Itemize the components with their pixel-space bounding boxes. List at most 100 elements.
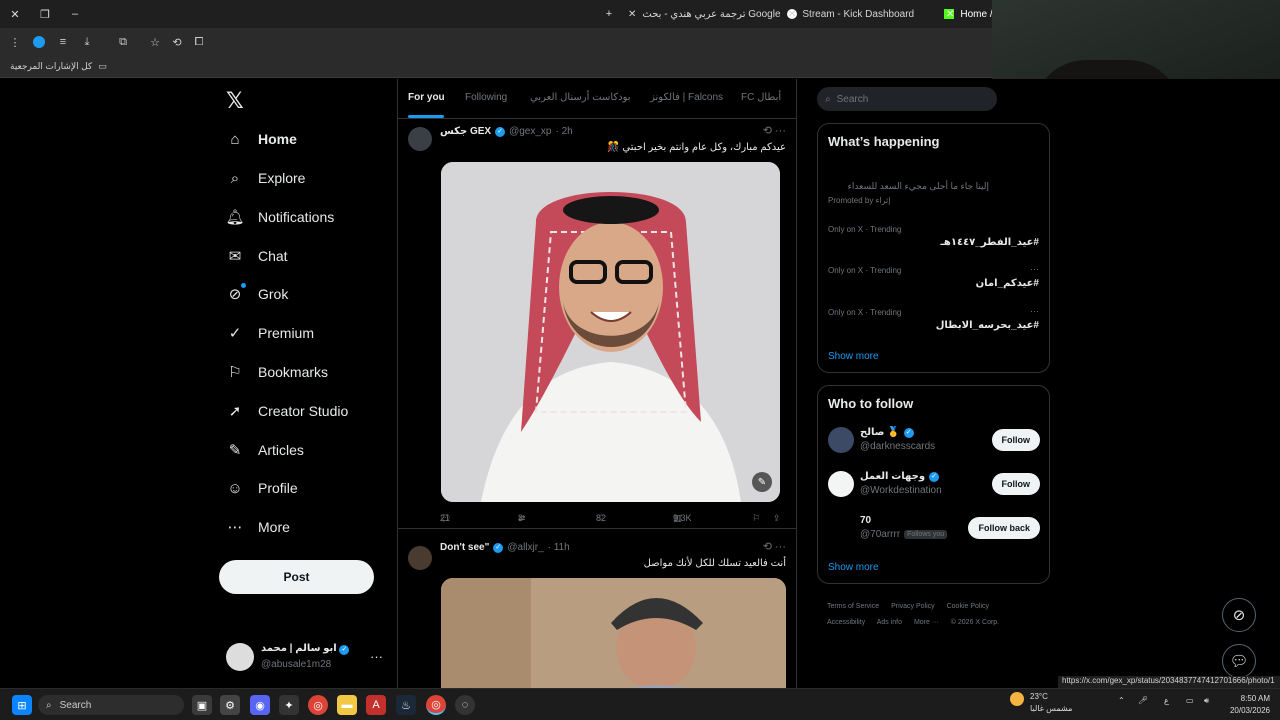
rocket-icon: ➚ [228, 403, 242, 420]
search-input[interactable]: ⌕ Search [817, 87, 997, 111]
tweet[interactable]: Don't see" ✓ @allxjr_ · 11h ⟲ ··· أنت فا… [398, 530, 796, 688]
system-clock[interactable]: 8:50 AM 20/03/2026 [1230, 693, 1270, 717]
discord-icon[interactable]: ◉ [250, 695, 270, 715]
volume-icon[interactable]: 🔊︎ [1204, 696, 1209, 706]
app-icon[interactable]: ⚙ [220, 695, 240, 715]
folder-icon[interactable]: ▬ [337, 695, 357, 715]
tab-falcons[interactable]: فالكونز | Falcons [650, 92, 723, 103]
new-tab-button[interactable]: + [600, 5, 618, 23]
task-view-icon[interactable]: ▣ [192, 695, 212, 715]
tab-for-you[interactable]: For you [408, 92, 445, 103]
restore-window-icon[interactable]: ❐ [36, 5, 54, 23]
tweet-photo[interactable]: ✎ [441, 162, 780, 502]
grok-fab-icon[interactable]: ⊘ [1222, 598, 1256, 632]
chrome-active-icon[interactable]: ◎ [426, 695, 446, 715]
tweet-author-name[interactable]: جكس GEX [440, 126, 491, 137]
taskbar-search[interactable]: ⌕ Search [38, 695, 184, 715]
download-icon[interactable]: ⤓ [78, 33, 96, 51]
tweet-more-icon[interactable]: ⟲ ··· [763, 124, 786, 137]
windows-taskbar: ⊞ ⌕ Search ▣ ⚙ ◉ ✦ ◎ ▬ A ♨ ◎ ◌ 23°C مشمس… [0, 688, 1280, 720]
avatar[interactable] [408, 127, 432, 151]
nav-more[interactable]: ⋯ More [226, 512, 290, 542]
share-icon[interactable]: ⟲ [168, 33, 186, 51]
tweet[interactable]: جكس GEX ✓ @gex_xp · 2h ⟲ ··· عيدكم مبارك… [398, 119, 796, 529]
close-tab-icon[interactable]: ✕ [946, 9, 954, 20]
footer-link[interactable]: Accessibility [827, 619, 865, 626]
tab-google-translate[interactable]: ✕ ترجمة عربي هندي - بحث Google [628, 4, 797, 24]
footer-link[interactable]: Ads info [877, 619, 902, 626]
footer-link[interactable]: Cookie Policy [947, 603, 989, 610]
edit-image-icon[interactable]: ✎ [752, 472, 772, 492]
close-tab-icon[interactable]: ✕ [628, 9, 636, 20]
nav-articles[interactable]: ✎ Articles [226, 435, 304, 465]
browser-menu-icon[interactable]: ⋮ [6, 33, 24, 51]
trend-item[interactable]: #عيد_بحرسه_الابطال [936, 320, 1039, 331]
nav-notifications[interactable]: 🔔︎ Notifications [225, 202, 334, 232]
network-icon[interactable]: ▭ [1186, 696, 1194, 705]
follow-suggestion[interactable]: وجهات العمل ✓ @Workdestination Follow [828, 469, 1040, 503]
account-switcher[interactable]: ابو سالم | محمد ✓ @abusale1m28 ··· [226, 641, 386, 675]
extensions-icon[interactable]: ⧉ [114, 33, 132, 51]
post-button[interactable]: Post [219, 560, 374, 594]
minimize-window-icon[interactable]: – [66, 5, 84, 23]
trend-item[interactable]: #عيدكم_امان [976, 278, 1039, 289]
weather-icon[interactable] [1010, 692, 1024, 706]
nav-home[interactable]: ⌂ Home [226, 124, 296, 154]
trend-meta: Only on X · Trending [828, 266, 902, 275]
app-icon[interactable]: ✦ [279, 695, 299, 715]
nav-premium[interactable]: ✓ Premium [226, 318, 314, 348]
whats-happening-panel: What’s happening إلينا جاء ما أحلى مجيء … [817, 123, 1050, 373]
footer-link[interactable]: Terms of Service [827, 603, 879, 610]
tweet-video[interactable] [441, 578, 786, 688]
nav-profile[interactable]: ☺ Profile [226, 473, 297, 503]
footer-link[interactable]: More ··· [914, 619, 939, 626]
nav-bookmarks[interactable]: ⚐ Bookmarks [226, 357, 328, 387]
footer-link[interactable]: Privacy Policy [891, 603, 935, 610]
all-bookmarks-folder[interactable]: كل الإشارات المرجعية ▭ [10, 61, 107, 72]
tab-fc-heroes[interactable]: FC أبطال [741, 92, 781, 103]
chevron-up-icon[interactable]: ⌃ [1118, 696, 1125, 705]
show-more-link[interactable]: Show more [828, 351, 879, 362]
nav-chat[interactable]: ✉ Chat [226, 241, 288, 271]
app-icon[interactable]: ◌ [455, 695, 475, 715]
tweet-more-icon[interactable]: ⟲ ··· [763, 540, 786, 553]
trend-item[interactable]: #عيد_الفطر_١٤٤٧هـ [941, 237, 1040, 248]
nav-grok[interactable]: ⊘ Grok [226, 279, 288, 309]
tweet-author-handle[interactable]: @allxjr_ [507, 542, 543, 553]
promo-text[interactable]: إلينا جاء ما أحلى مجيء السعد للسعداء [848, 181, 989, 192]
follow-button[interactable]: Follow [991, 429, 1040, 451]
follow-suggestion[interactable]: 70 @70arrrr Follows you Follow back [828, 513, 1040, 547]
language-indicator[interactable]: ع [1164, 696, 1169, 705]
follow-button[interactable]: Follow [991, 473, 1040, 495]
tab-arsenal-podcast[interactable]: بودكاست أرسنال العربي [530, 92, 631, 103]
close-tab-icon[interactable]: ✕ [788, 9, 796, 20]
tweet-time[interactable]: · 2h [555, 126, 572, 137]
chrome-icon[interactable]: ◎ [308, 695, 328, 715]
timeline-tabs: For you Following بودكاست أرسنال العربي … [398, 79, 796, 119]
show-more-link[interactable]: Show more [828, 562, 879, 573]
tab-following[interactable]: Following [465, 92, 507, 103]
windows-start-icon[interactable]: ⊞ [12, 695, 32, 715]
avatar[interactable] [408, 546, 432, 570]
translate-icon[interactable]: ⧠ [190, 33, 208, 51]
close-window-icon[interactable]: ✕ [6, 5, 24, 23]
bookmark-star-icon[interactable]: ☆ [146, 33, 164, 51]
tab-kick-dashboard[interactable]: ✕ Stream - Kick Dashboard [788, 4, 955, 24]
app-icon[interactable]: A [366, 695, 386, 715]
tweet-time[interactable]: · 11h [548, 542, 570, 553]
messages-fab-icon[interactable]: 💬︎ [1222, 644, 1256, 678]
account-more-icon[interactable]: ··· [370, 649, 383, 664]
trend-more-icon[interactable]: ··· [1030, 306, 1039, 316]
follow-suggestion[interactable]: صالح 🥇 ✓ @darknesscards Follow [828, 425, 1040, 459]
profile-avatar-icon[interactable] [30, 33, 48, 51]
nav-explore[interactable]: ⌕ Explore [226, 163, 306, 193]
nav-creator-studio[interactable]: ➚ Creator Studio [226, 396, 349, 426]
follow-back-button[interactable]: Follow back [968, 517, 1040, 539]
media-controls-icon[interactable]: ≡ [54, 33, 72, 51]
tweet-author-handle[interactable]: @gex_xp [509, 126, 551, 137]
tweet-author-name[interactable]: Don't see" [440, 542, 489, 553]
trend-more-icon[interactable]: ··· [1030, 264, 1039, 274]
steam-icon[interactable]: ♨ [396, 695, 416, 715]
microphone-icon[interactable]: 🎤︎ [1138, 696, 1148, 705]
x-logo-icon[interactable]: 𝕏 [226, 88, 244, 114]
